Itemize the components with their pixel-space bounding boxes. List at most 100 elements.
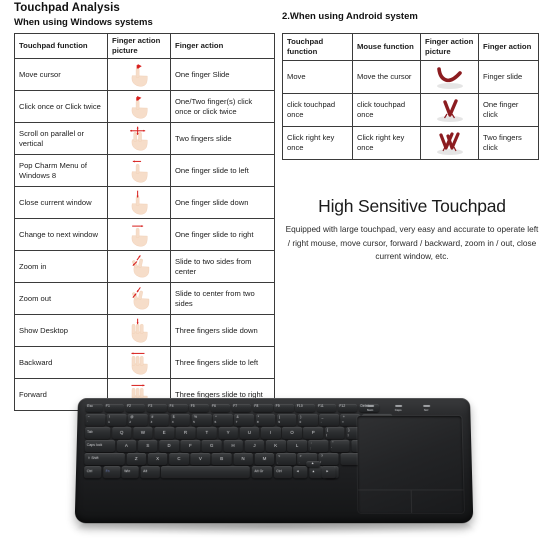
keyboard-key[interactable]: ! 1 [106,413,127,426]
column-header-mouse-function: Mouse function [352,33,421,61]
keyboard-key[interactable]: F [180,440,201,452]
keyboard-key[interactable]: N [233,453,254,465]
cell-touchpad-function: Backward [14,346,108,379]
keyboard-key[interactable]: #3 [149,413,169,426]
keyboard-key[interactable] [161,466,251,479]
keyboard-key[interactable]: F9 [274,403,294,413]
keyboard-key[interactable]: Q [111,426,132,439]
table-row: Zoom in Slide to two sides from center [14,250,275,283]
keyboard-key[interactable]: {[ [324,426,345,439]
double-check-icon [420,126,479,160]
keyboard-key[interactable]: F1 [104,403,125,413]
keyboard-key[interactable]: H [223,440,244,452]
keyboard-key[interactable]: F4 [167,403,188,413]
touchpad-button-split [410,490,413,513]
keyboard-key[interactable]: F10 [295,403,316,413]
two-fingers-four-way-icon [107,122,171,155]
keyboard-key[interactable]: J [244,440,265,452]
pinch-close-icon [107,282,171,315]
cell-mouse-function: click touchpad once [352,93,421,127]
cell-touchpad-function: Pop Charm Menu of Windows 8 [14,154,108,187]
cell-finger-action: Slide to center from two sides [170,282,275,315]
keyboard-key[interactable]: Win [121,466,139,479]
keyboard-key[interactable]: B [211,453,232,465]
keyboard-key[interactable]: K [265,440,286,452]
keyboard-key[interactable]: ~ ` [85,413,106,426]
keyboard-key[interactable]: O [282,426,302,439]
keyboard-key[interactable]: ⇧ Shift [84,453,125,465]
keyboard-key[interactable]: Alt [140,466,160,479]
keyboard-key[interactable]: F8 [252,403,273,413]
column-header-finger-action: Finger action [478,33,539,61]
keyboard-key[interactable]: F5 [189,403,209,413]
keyboard-key[interactable]: P [303,426,324,439]
keyboard-key[interactable]: F7 [231,403,252,413]
keyboard-key[interactable]: F6 [210,403,231,413]
keyboard-key[interactable]: Caps lock [84,440,116,452]
cell-finger-action: One finger click [478,93,539,127]
keyboard-key[interactable]: D [159,440,180,452]
keyboard-key[interactable]: F2 [125,403,146,413]
keyboard-key[interactable]: Z [126,453,147,465]
keyboard-key[interactable]: % 5 [191,413,212,426]
cell-touchpad-function: Change to next window [14,218,108,251]
cell-mouse-function: Click right key once [352,126,421,160]
table-row: click touchpad once click touchpad once O… [282,93,539,127]
three-fingers-arrow-left-icon [107,346,171,379]
keyboard-key[interactable]: ) 0 [298,413,318,426]
keyboard-key[interactable]: Tab [84,426,111,439]
keyboard-key[interactable]: (9 [276,413,297,426]
one-finger-arrow-right-icon [107,218,171,251]
android-gestures-table: Touchpad function Mouse function Finger … [282,33,539,160]
table-row: Backward Three fingers slide to left [14,346,275,379]
one-finger-arrow-left-icon [107,154,171,187]
table-row: Move Move the cursor Finger slide [282,60,539,94]
keyboard-key[interactable]: Ctrl [273,466,292,479]
keyboard-key[interactable]: ? / [318,453,339,465]
keyboard-key[interactable]: ◄ [293,466,308,479]
keyboard-key[interactable]: W [133,426,153,439]
keyboard-key-up[interactable]: ▲ [305,461,321,468]
keyboard-key[interactable]: * 8 [255,413,276,426]
keyboard-key[interactable]: F3 [146,403,167,413]
cell-finger-action: One finger slide down [170,186,275,219]
column-header-finger-action: Finger action [170,33,275,59]
keyboard-key[interactable]: _ - [319,413,340,426]
table-header-row: Touchpad function Mouse function Finger … [282,33,539,61]
keyboard-key[interactable]: Fn [102,466,121,479]
keyboard-key[interactable]: E [154,426,175,439]
keyboard-key[interactable]: @2 [127,413,148,426]
keyboard-key[interactable]: Alt Gr [251,466,272,479]
table-row: Zoom out Slide to center from two sides [14,282,275,315]
keyboard-key[interactable]: Esc [85,403,103,413]
keyboard-key[interactable]: X [147,453,168,465]
keyboard-key[interactable]: & 7 [234,413,254,426]
keyboard-key[interactable]: F12 [337,403,358,413]
keyboard-key[interactable]: G [201,440,222,452]
keyboard-key[interactable]: R [175,426,196,439]
keyboard-key[interactable]: L [287,440,308,452]
cell-touchpad-function: click touchpad once [282,93,353,127]
keyboard-key[interactable]: " ' [329,440,350,452]
keyboard-key[interactable]: S [137,440,158,452]
keyboard-key-right[interactable]: ► [321,466,336,479]
keyboard-key[interactable]: C [169,453,189,465]
table-row: Show Desktop Three fingers slide down [14,314,275,347]
keyboard-key[interactable]: V [190,453,211,465]
keyboard-key[interactable]: Y [218,426,239,439]
cell-touchpad-function: Close current window [14,186,108,219]
keyboard-key[interactable]: <, [276,453,296,465]
keyboard-key[interactable]: T [196,426,217,439]
keyboard-key[interactable]: U [239,426,260,439]
keyboard-key[interactable]: ^ 6 [212,413,233,426]
led-num-lock: Num [362,404,378,412]
keyboard-key[interactable]: I [260,426,281,439]
keyboard-key[interactable]: M [254,453,275,465]
keyboard-key[interactable]: Ctrl [83,466,102,479]
keyboard-key[interactable]: $4 [170,413,191,426]
keyboard-key[interactable]: F11 [316,403,337,413]
cell-finger-action: Three fingers slide to left [170,346,275,379]
page-title: Touchpad Analysis [14,2,120,14]
keyboard-key[interactable]: A [116,440,137,452]
keyboard-key[interactable]: :; [308,440,329,452]
